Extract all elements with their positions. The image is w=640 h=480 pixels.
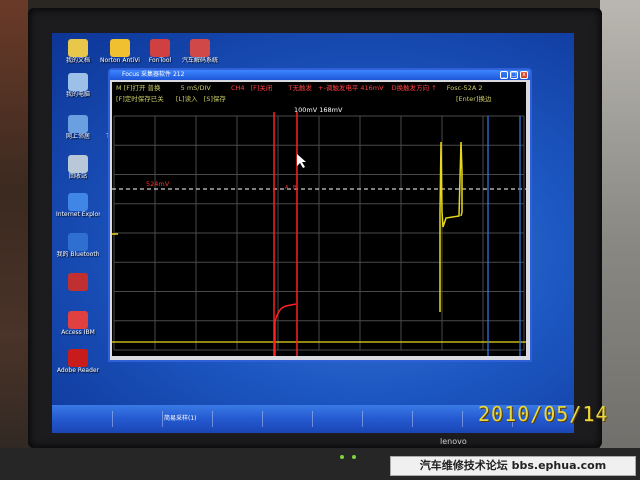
yellow-trace xyxy=(439,141,463,312)
timebase-label: 5 mS/DIV xyxy=(180,84,211,92)
laptop-brand-logo: lenovo xyxy=(440,437,467,446)
desktop-icon-label: Internet Explorer xyxy=(56,211,100,218)
taskbar-divider xyxy=(262,411,263,427)
application-icon xyxy=(68,39,88,57)
scope-status-line-1: M [F]打开 普换 5 mS/DIV CH4 [F]关闭 T无触发 +-调触发… xyxy=(116,84,482,93)
desktop-icon[interactable] xyxy=(56,273,100,291)
desktop-icon[interactable]: FonTool xyxy=(138,39,182,64)
application-icon xyxy=(190,39,210,57)
desktop-icon[interactable]: 我的文档 xyxy=(56,39,100,64)
desktop-icon[interactable]: 我的 Bluetooth xyxy=(56,233,100,258)
desktop-icon-label: 网上邻居 xyxy=(65,133,90,140)
desktop-icon[interactable]: 我的电脑 xyxy=(56,73,100,98)
application-icon xyxy=(68,233,88,251)
background-left xyxy=(0,0,28,480)
enter-label: [Enter]换边 xyxy=(455,95,492,103)
scope-display[interactable]: M [F]打开 普换 5 mS/DIV CH4 [F]关闭 T无触发 +-调触发… xyxy=(112,82,526,356)
trigger-label: T无触发 xyxy=(288,84,312,92)
load-label: [L]读入 xyxy=(175,95,198,103)
scope-status-text: M [F]打开 普换 xyxy=(116,84,161,92)
scope-plot xyxy=(112,112,526,356)
cursor-toggle-label: [F]关闭 xyxy=(250,84,273,92)
cursor-readout: 100mV 168mV xyxy=(294,106,343,114)
desktop-icon[interactable]: 汽车解码系统 xyxy=(178,39,222,64)
desktop-icon-label: 汽车解码系统 xyxy=(181,57,218,64)
desktop-icon[interactable]: Access IBM xyxy=(56,311,100,336)
store-label: [S]保存 xyxy=(203,95,226,103)
taskbar-divider xyxy=(362,411,363,427)
trigger-direction-label: D换触发方向 ↑ xyxy=(391,84,437,92)
scope-status-line-2: [F]定时保存已关 [L]读入 [S]保存 [Enter]换边 xyxy=(116,95,491,104)
desktop-icon-label: 我的 Bluetooth xyxy=(56,251,100,258)
taskbar-divider xyxy=(312,411,313,427)
mouse-pointer-icon xyxy=(297,154,306,168)
model-label: Fosc-52A 2 xyxy=(446,84,483,92)
desktop-icon-label: Adobe Reader xyxy=(56,367,100,374)
reference-level-label: 524mV xyxy=(146,180,170,188)
application-icon xyxy=(68,311,88,329)
date-stamp: 2010/05/14 xyxy=(478,402,609,426)
taskbar-divider xyxy=(112,411,113,427)
desktop: 我的文档我的电脑网上邻居回收站 Internet Explorer 我的 Bluet… xyxy=(52,33,574,433)
desktop-icon[interactable]: Adobe Reader xyxy=(56,349,100,374)
desktop-icon[interactable]: 网上邻居 xyxy=(56,115,100,140)
desktop-icon-label: 回收站 xyxy=(68,173,87,180)
desktop-icon-label: 我的电脑 xyxy=(65,91,90,98)
application-icon xyxy=(68,155,88,173)
application-icon xyxy=(68,273,88,291)
cursor-b-label: B xyxy=(293,185,297,191)
desktop-icon[interactable]: Norton AntiVi xyxy=(98,39,142,64)
desktop-icon-label: FonTool xyxy=(148,57,172,64)
forum-watermark: 汽车维修技术论坛 bbs.ephua.com xyxy=(390,456,636,476)
window-titlebar: Focus 采集器软件 212 _ □ x xyxy=(110,70,530,80)
desktop-icon-label: 我的文档 xyxy=(65,57,90,64)
cursor-a-label: A xyxy=(285,185,289,191)
channel-label: CH4 xyxy=(230,84,245,92)
desktop-icon[interactable]: 回收站 xyxy=(56,155,100,180)
status-led xyxy=(352,455,356,459)
timed-save-label: [F]定时保存已关 xyxy=(116,95,164,103)
desktop-icon-label: Norton AntiVi xyxy=(100,57,140,64)
application-icon xyxy=(150,39,170,57)
application-icon xyxy=(68,73,88,91)
desktop-icon[interactable]: Internet Explorer xyxy=(56,193,100,218)
window-title: Focus 采集器软件 212 xyxy=(122,71,185,78)
taskbar-divider xyxy=(462,411,463,427)
application-icon xyxy=(110,39,130,57)
application-icon xyxy=(68,193,88,211)
status-led xyxy=(340,455,344,459)
desktop-icon-label: Access IBM xyxy=(61,329,95,336)
close-button[interactable]: x xyxy=(520,71,528,79)
maximize-button[interactable]: □ xyxy=(510,71,518,79)
trigger-level-label: +-调触发电平 416mV xyxy=(318,84,384,92)
application-icon xyxy=(68,115,88,133)
taskbar-divider xyxy=(162,411,163,427)
scope-window: Focus 采集器软件 212 _ □ x M [F]打开 普换 5 mS/DI… xyxy=(108,68,532,362)
taskbar-item[interactable]: 简易采样(1) xyxy=(164,413,197,422)
application-icon xyxy=(68,349,88,367)
minimize-button[interactable]: _ xyxy=(500,71,508,79)
taskbar-divider xyxy=(212,411,213,427)
taskbar-divider xyxy=(412,411,413,427)
